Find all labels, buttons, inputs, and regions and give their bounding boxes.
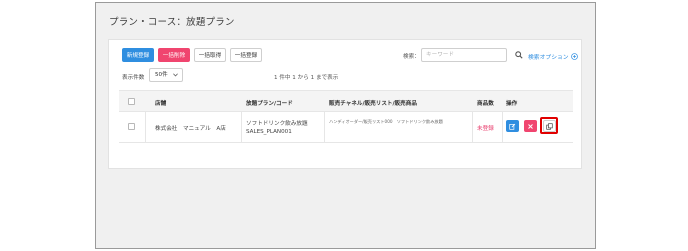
record-count: 1 件中 1 から 1 まで表示 <box>274 75 339 81</box>
header-plan: 放題プラン/コード <box>246 101 293 107</box>
search-input[interactable] <box>421 48 507 62</box>
delete-button[interactable] <box>524 120 537 132</box>
bulk-register-button[interactable]: 一括登録 <box>230 48 262 62</box>
column-divider <box>472 112 473 142</box>
table-row: 株式会社 マニュアル A店 ソフトドリンク飲み放題 SALES_PLAN001 … <box>119 112 573 143</box>
bulk-delete-button[interactable]: 一括削除 <box>158 48 190 62</box>
search-icon <box>515 51 523 59</box>
edit-button[interactable] <box>506 120 519 132</box>
header-channel: 販売チャネル/販売リスト/販売商品 <box>329 101 417 107</box>
edit-icon <box>509 123 516 130</box>
column-divider <box>241 112 242 142</box>
plan-table: 店舗 放題プラン/コード 販売チャネル/販売リスト/販売商品 商品数 操作 株式… <box>119 90 573 143</box>
per-page-value: 50件 <box>155 72 168 78</box>
cell-plan-name: ソフトドリンク飲み放題 <box>246 121 308 127</box>
close-icon <box>528 123 533 129</box>
copy-button[interactable] <box>543 120 556 132</box>
header-actions: 操作 <box>506 101 518 107</box>
column-divider <box>324 112 325 142</box>
row-checkbox[interactable] <box>128 123 135 130</box>
cell-product-count: 未登録 <box>477 126 494 132</box>
app-frame: プラン・コース：放題プラン 新規登録 一括削除 一括取得 一括登録 検索： 検索… <box>95 2 596 249</box>
cell-store: 株式会社 マニュアル A店 <box>155 126 226 132</box>
cell-plan-code: SALES_PLAN001 <box>246 129 292 135</box>
new-button[interactable]: 新規登録 <box>122 48 154 62</box>
column-divider <box>502 112 503 142</box>
search-options-label: 検索オプション <box>528 55 569 61</box>
search-options-link[interactable]: 検索オプション <box>528 52 578 61</box>
header-store: 店舗 <box>155 101 167 107</box>
column-divider <box>145 112 146 142</box>
table-header: 店舗 放題プラン/コード 販売チャネル/販売リスト/販売商品 商品数 操作 <box>119 90 573 112</box>
per-page-label: 表示件数 <box>122 75 145 81</box>
cell-channel: ハンディオーダー/販売リスト000 ソフトドリンク飲み放題 <box>329 119 443 124</box>
plus-circle-icon <box>570 53 578 60</box>
header-product-count: 商品数 <box>477 101 494 107</box>
bulk-get-button[interactable]: 一括取得 <box>194 48 226 62</box>
search-label: 検索： <box>403 54 420 60</box>
search-button[interactable] <box>513 48 525 62</box>
page-title: プラン・コース：放題プラン <box>109 17 235 28</box>
select-all-checkbox[interactable] <box>128 98 135 105</box>
per-page-select[interactable]: 50件 <box>149 68 183 82</box>
copy-icon <box>546 122 553 130</box>
list-card: 新規登録 一括削除 一括取得 一括登録 検索： 検索オプション 表示件数 50件 <box>108 39 582 169</box>
chevron-down-icon <box>173 73 178 77</box>
